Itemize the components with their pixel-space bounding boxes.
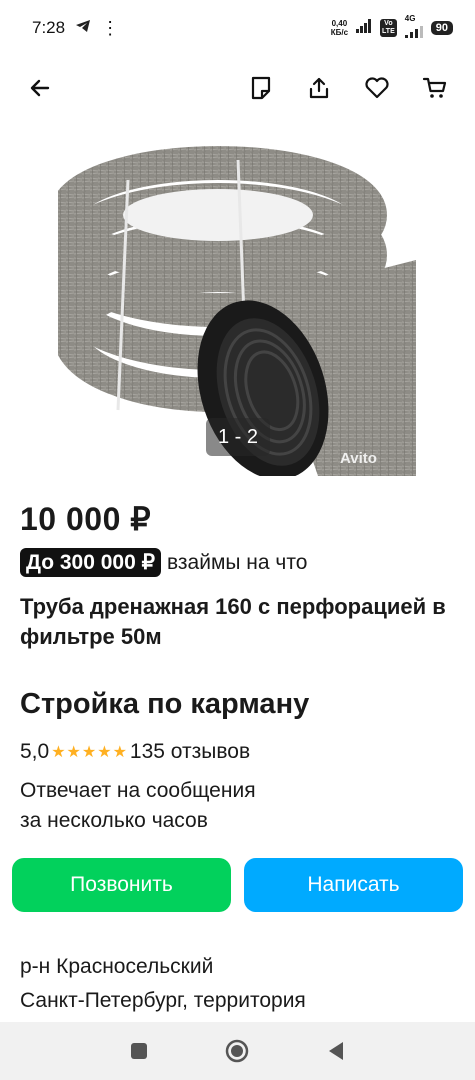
address-city: Санкт-Петербург, территория (20, 989, 306, 1012)
recents-icon[interactable] (121, 1033, 157, 1069)
loan-offer[interactable]: До 300 000 ₽ взаймы на что (20, 548, 307, 577)
status-time: 7:28 (32, 18, 66, 37)
volte-badge: Vo LTE (380, 19, 397, 37)
home-icon[interactable] (219, 1033, 255, 1069)
battery-indicator: 90 (430, 21, 453, 35)
reviews-count[interactable]: 135 отзывов (130, 740, 250, 764)
telegram-icon (75, 18, 91, 38)
seller-rating[interactable]: 5,0 ★★★★★ 135 отзывов (20, 740, 250, 764)
signal-icon-2 (404, 23, 423, 43)
seller-name[interactable]: Стройка по карману (20, 688, 309, 721)
loan-badge[interactable]: До 300 000 ₽ (20, 548, 161, 577)
loan-text[interactable]: взаймы на что (167, 551, 307, 575)
call-button[interactable]: Позвонить (12, 858, 231, 912)
note-icon[interactable] (241, 68, 281, 108)
back-arrow-icon[interactable] (20, 68, 60, 108)
write-button[interactable]: Написать (244, 858, 463, 912)
status-bar: 7:28 ⋮ 0,40 КБ/с Vo LTE 4G 90 (0, 0, 475, 56)
address: р-н Красносельский Санкт-Петербург, терр… (20, 950, 460, 1018)
rating-value: 5,0 (20, 740, 50, 763)
image-counter: 1 - 2 (206, 418, 270, 456)
signal-icon-1 (356, 18, 372, 38)
top-toolbar (0, 60, 475, 116)
share-icon[interactable] (299, 68, 339, 108)
network-type: 4G (404, 13, 416, 23)
address-district: р-н Красносельский (20, 955, 214, 978)
system-nav-bar (0, 1022, 475, 1080)
listing-title: Труба дренажная 160 с перфорацией в филь… (20, 594, 446, 649)
cart-icon[interactable] (415, 68, 455, 108)
avito-watermark: Avito (340, 450, 377, 467)
response-time: Отвечает на сообщения за несколько часов (20, 779, 256, 832)
more-dots-icon: ⋮ (101, 18, 120, 38)
heart-icon[interactable] (357, 68, 397, 108)
back-icon[interactable] (318, 1033, 354, 1069)
net-speed: 0,40 КБ/с (330, 19, 349, 37)
price: 10 000 ₽ (20, 501, 152, 537)
star-rating-icon: ★★★★★ (51, 744, 128, 761)
